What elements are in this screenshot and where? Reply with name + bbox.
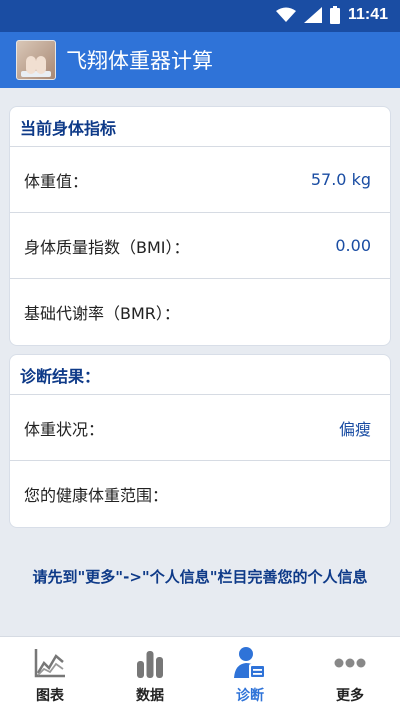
nav-item-more[interactable]: 更多 [300,637,400,711]
bar-chart-icon [137,651,163,678]
weight-status-row: 体重状况： 偏瘦 [10,395,390,461]
nav-item-chart[interactable]: 图表 [0,637,100,711]
nav-label-more: 更多 [336,688,364,704]
bmi-label: 身体质量指数（BMI）： [24,237,190,257]
signal-icon [303,7,322,23]
more-dots-icon [334,658,366,668]
profile-notice: 请先到"更多"->"个人信息"栏目完善您的个人信息 [32,568,368,586]
user-report-icon [234,647,266,679]
weight-value: 57.0 kg [310,170,371,189]
healthy-range-label: 您的健康体重范围： [24,486,169,505]
wifi-icon [275,7,296,22]
diagnosis-card: 诊断结果： 体重状况： 偏瘦 您的健康体重范围： [9,354,391,528]
diagnosis-header: 诊断结果： [10,355,390,395]
bmi-value: 0.00 [335,236,371,255]
bmi-row: 身体质量指数（BMI）： 0.00 [10,213,390,279]
nav-item-data[interactable]: 数据 [100,637,200,711]
status-icons: 11:41 [275,6,388,24]
app-title: 飞翔体重器计算 [66,49,213,73]
app-bar: 飞翔体重器计算 [0,32,400,88]
healthy-range-row: 您的健康体重范围： [10,461,390,527]
weight-status-label: 体重状况： [24,419,105,439]
nav-label-data: 数据 [136,688,164,704]
bmr-row: 基础代谢率（BMR）： [10,279,390,345]
body-metrics-card: 当前身体指标 体重值： 57.0 kg 身体质量指数（BMI）： 0.00 基础… [9,106,391,346]
bottom-nav: 图表 数据 诊断 更多 [0,636,400,711]
status-bar: 11:41 [0,0,400,32]
nav-item-diagnosis[interactable]: 诊断 [200,637,300,711]
weight-label: 体重值： [24,171,89,191]
body-metrics-header: 当前身体指标 [10,107,390,147]
weight-row: 体重值： 57.0 kg [10,147,390,213]
weight-status-value: 偏瘦 [338,419,371,439]
line-chart-icon [34,649,65,678]
bmr-label: 基础代谢率（BMR）： [24,304,180,323]
nav-label-diagnosis: 诊断 [236,688,264,704]
status-time: 11:41 [347,6,388,23]
battery-icon [329,6,340,24]
scale-logo-icon [16,40,56,80]
nav-label-chart: 图表 [36,688,64,704]
